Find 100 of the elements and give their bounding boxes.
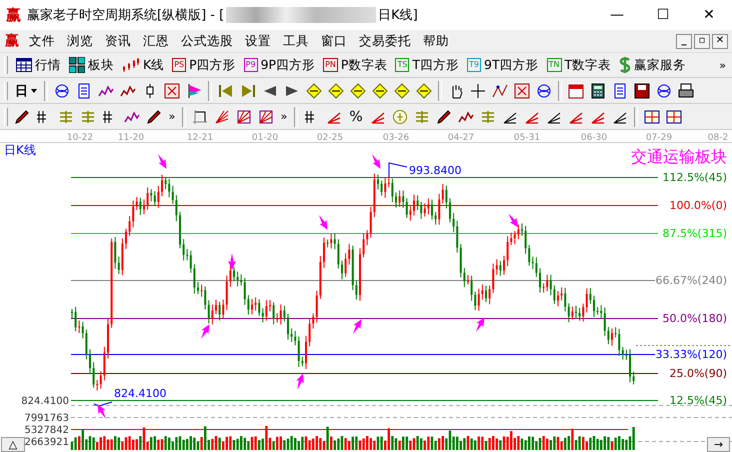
date-label: 08-2	[708, 133, 728, 143]
diamond-icon[interactable]	[394, 82, 410, 98]
toolbar-button[interactable]: TN T数字表	[542, 54, 616, 76]
period-label: 日K线	[4, 143, 36, 157]
restore-button[interactable]: ▫	[694, 34, 710, 48]
date-label: 06-30	[580, 133, 608, 143]
date-label: 04-27	[448, 133, 474, 143]
document-icon[interactable]	[76, 82, 92, 98]
stack-icon[interactable]	[58, 108, 74, 124]
box-icon[interactable]	[164, 82, 180, 98]
menu-item[interactable]: 工具	[277, 30, 315, 52]
toolbar-button[interactable]: P9 9P四方形	[240, 54, 320, 76]
minimize-button[interactable]: —	[594, 0, 640, 30]
minimize-button[interactable]: _	[676, 34, 692, 48]
network-icon[interactable]	[536, 82, 552, 98]
date-label: 02-25	[316, 133, 344, 143]
square-icon[interactable]	[192, 108, 208, 124]
badge-icon: PN	[323, 58, 338, 72]
last-icon[interactable]	[240, 82, 256, 98]
level-label: 87.5%(315)	[662, 227, 727, 240]
network-icon[interactable]	[656, 82, 672, 98]
toolbar-button[interactable]: T9 9T四方形	[463, 54, 543, 76]
diamond-icon[interactable]	[306, 82, 322, 98]
diamond-icon[interactable]	[372, 82, 388, 98]
toolbar-button[interactable]: PS P四方形	[168, 54, 240, 76]
toolbar-button[interactable]: TS T四方形	[391, 54, 464, 76]
more-button[interactable]: »	[719, 58, 726, 72]
scroll-button[interactable]: →	[707, 437, 730, 452]
level-label: 66.67%(240)	[655, 274, 727, 287]
line-chart-icon[interactable]	[124, 108, 140, 124]
badge-icon: PS	[172, 58, 186, 72]
pointer-arrow	[296, 374, 304, 390]
date-label: 07-29	[646, 133, 672, 143]
diamond-icon[interactable]	[328, 82, 344, 98]
menu-item[interactable]: 交易委托	[353, 30, 417, 52]
date-label: 03-26	[382, 133, 410, 143]
leader-line	[94, 402, 112, 407]
printer-icon[interactable]	[678, 82, 694, 98]
calculator-icon[interactable]	[590, 82, 606, 98]
pointer-arrow	[98, 404, 106, 419]
close-button[interactable]: ✕	[686, 0, 732, 30]
menu-item[interactable]: 汇恩	[137, 30, 175, 52]
zigzag-icon[interactable]	[492, 82, 508, 98]
menu-item[interactable]: 帮助	[417, 30, 455, 52]
pointer-arrow	[353, 319, 362, 334]
document-icon[interactable]	[612, 82, 628, 98]
menu-item[interactable]: 设置	[239, 30, 277, 52]
diamond-icon[interactable]	[416, 82, 432, 98]
toolbar-button[interactable]: PN P数字表	[319, 54, 392, 76]
close-button[interactable]: ✕	[712, 34, 728, 48]
menu-item[interactable]: 文件	[23, 30, 61, 52]
candlestick-icon	[123, 58, 139, 72]
pencil-icon[interactable]	[14, 108, 30, 124]
date-label: 11-20	[118, 133, 144, 143]
toolbar-button[interactable]: 赢家服务	[615, 54, 690, 76]
grid-icon[interactable]	[666, 108, 682, 124]
maximize-button[interactable]: ☐	[640, 0, 686, 30]
pointer-arrow	[508, 213, 518, 228]
line-chart-icon[interactable]	[120, 82, 136, 98]
stack-icon[interactable]	[480, 108, 496, 124]
line-chart-icon[interactable]	[98, 82, 114, 98]
board-title: 交通运输板块	[631, 147, 727, 166]
menu-item[interactable]: 公式选股	[175, 30, 239, 52]
box-icon[interactable]	[514, 82, 530, 98]
level-label: 100.0%(0)	[669, 199, 727, 212]
percent-button[interactable]: %	[345, 106, 367, 128]
toolbar-button[interactable]: 行情	[12, 54, 65, 76]
calendar-icon[interactable]	[568, 82, 584, 98]
collapse-button[interactable]: △	[1, 437, 25, 452]
axis-label: 7991763	[24, 413, 69, 424]
axis-label: 5327842	[24, 425, 69, 436]
pencil-icon[interactable]	[436, 108, 452, 124]
save-icon[interactable]	[634, 82, 650, 98]
toolbar-button[interactable]: 板块	[65, 54, 118, 76]
line-chart-icon[interactable]	[458, 108, 474, 124]
level-label: 12.5%(45)	[669, 394, 727, 407]
toolbar-button[interactable]: K线	[118, 54, 168, 76]
badge-icon: TN	[546, 58, 562, 72]
menu-item[interactable]: 资讯	[99, 30, 137, 52]
network-icon[interactable]	[54, 82, 70, 98]
crosshair-icon[interactable]	[470, 82, 486, 98]
more-button[interactable]: »	[165, 110, 179, 123]
high-price-label: 993.8400	[409, 164, 462, 177]
coin-icon[interactable]	[392, 108, 408, 124]
app-logo: 赢	[6, 6, 21, 24]
more-button[interactable]: »	[277, 110, 291, 123]
grid-icon[interactable]	[644, 108, 660, 124]
fan-lines-icon[interactable]	[214, 108, 230, 124]
menu-item[interactable]: 窗口	[315, 30, 353, 52]
menu-item[interactable]: 浏览	[61, 30, 99, 52]
badge-icon: TS	[395, 58, 410, 72]
fan-lines-icon[interactable]	[258, 108, 274, 124]
diamond-icon[interactable]	[350, 82, 366, 98]
stack-icon[interactable]	[80, 108, 96, 124]
period-dropdown[interactable]: 日	[11, 80, 41, 102]
pencil-icon[interactable]	[146, 108, 162, 124]
fan-lines-icon[interactable]	[236, 108, 252, 124]
stack-icon[interactable]	[414, 108, 430, 124]
first-icon[interactable]	[218, 82, 234, 98]
flag-icon[interactable]	[186, 82, 202, 98]
